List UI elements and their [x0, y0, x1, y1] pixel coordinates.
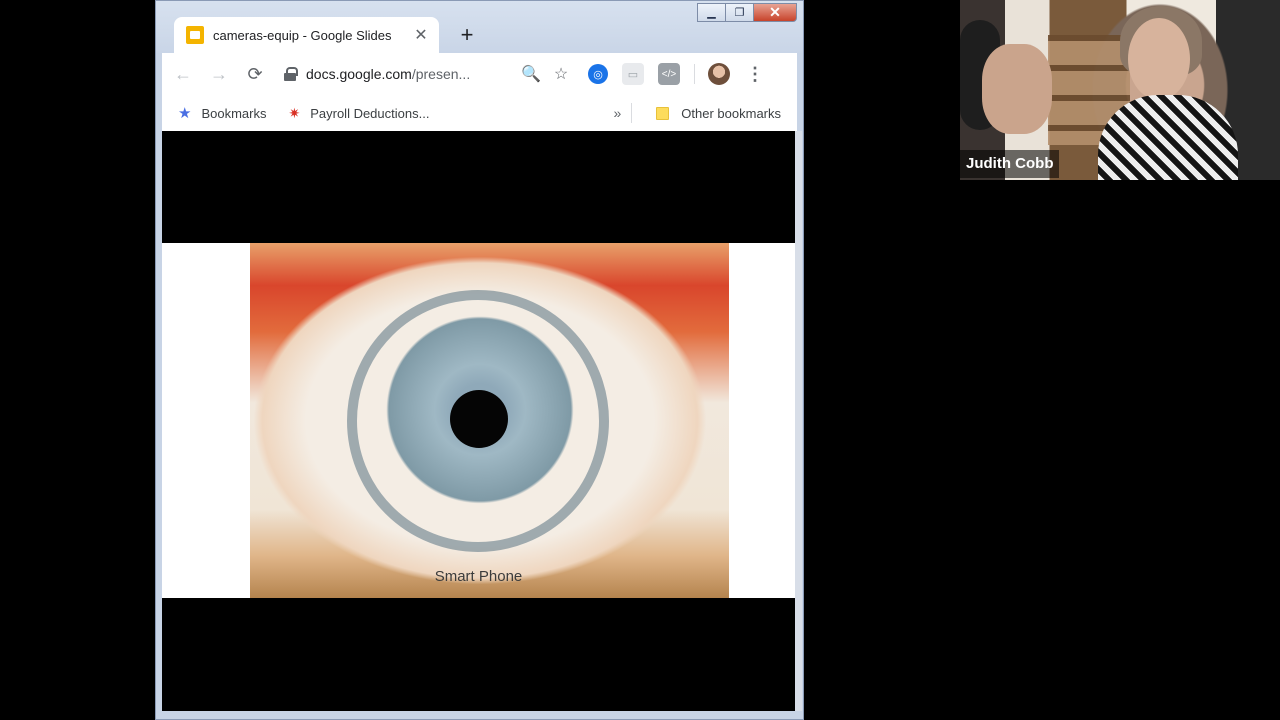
extension-code-icon[interactable]: </>: [658, 63, 680, 85]
new-tab-button[interactable]: +: [453, 21, 481, 49]
pupil: [450, 390, 508, 448]
bookmark-label: Payroll Deductions...: [310, 105, 430, 121]
bookmark-bookmarks[interactable]: ★ Bookmarks: [174, 104, 266, 122]
close-window-button[interactable]: ✕: [753, 3, 797, 22]
tab-google-slides[interactable]: cameras-equip - Google Slides ✕: [174, 17, 439, 53]
participant-video-tile[interactable]: Judith Cobb: [960, 0, 1280, 180]
bookmark-star-icon[interactable]: ☆: [546, 64, 576, 84]
lock-icon[interactable]: [284, 67, 298, 81]
forward-button[interactable]: →: [204, 59, 234, 89]
profile-avatar[interactable]: [708, 63, 730, 85]
back-button[interactable]: ←: [168, 59, 198, 89]
person-body: [1098, 95, 1238, 180]
presentation-viewport[interactable]: Smart Phone: [162, 131, 795, 711]
slide-caption: Smart Phone: [434, 568, 523, 585]
bookmark-other-bookmarks[interactable]: Other bookmarks: [656, 106, 781, 121]
zoom-icon[interactable]: 🔍: [516, 64, 546, 84]
folder-icon: [656, 106, 670, 120]
extension-compass-icon[interactable]: ◎: [588, 64, 608, 84]
scrollbar[interactable]: [795, 131, 802, 711]
bookmark-payroll-deductions[interactable]: ✷ Payroll Deductions...: [278, 105, 429, 122]
url-text[interactable]: docs.google.com/presen...: [306, 66, 516, 82]
browser-window: cameras-equip - Google Slides ✕ + ▁ ❐ ✕ …: [155, 0, 804, 720]
browser-menu-icon[interactable]: ⋮: [740, 64, 770, 85]
url-host: docs.google.com: [306, 66, 412, 82]
address-bar[interactable]: docs.google.com/presen... 🔍 ☆: [284, 58, 576, 90]
window-controls: ▁ ❐ ✕: [697, 3, 797, 22]
bookmarks-bar: ★ Bookmarks ✷ Payroll Deductions... » Ot…: [162, 95, 797, 131]
star-icon: ★: [178, 105, 192, 122]
browser-toolbar: ← → ⟳ docs.google.com/presen... 🔍 ☆ ◎ ▭ …: [162, 53, 797, 95]
toolbar-divider: [694, 64, 695, 84]
slide[interactable]: Smart Phone: [162, 243, 795, 598]
maximize-button[interactable]: ❐: [725, 3, 754, 22]
minimize-button[interactable]: ▁: [697, 3, 726, 22]
bookmarks-divider: [631, 103, 633, 123]
url-path: /presen...: [411, 66, 471, 82]
reload-button[interactable]: ⟳: [240, 59, 270, 89]
bookmark-label: Other bookmarks: [681, 105, 781, 121]
maple-leaf-icon: ✷: [288, 104, 301, 121]
extension-window-icon[interactable]: ▭: [622, 63, 644, 85]
bookmark-label: Bookmarks: [201, 105, 267, 121]
tab-close-icon[interactable]: ✕: [409, 25, 433, 45]
eye-image: [250, 243, 729, 598]
hand: [982, 44, 1052, 134]
tab-title: cameras-equip - Google Slides: [213, 27, 392, 43]
bookmarks-overflow-icon[interactable]: »: [614, 105, 622, 121]
title-bar: cameras-equip - Google Slides ✕ + ▁ ❐ ✕: [156, 1, 803, 53]
person-head: [1128, 18, 1190, 100]
participant-name: Judith Cobb: [960, 150, 1060, 178]
google-slides-icon: [186, 26, 204, 44]
